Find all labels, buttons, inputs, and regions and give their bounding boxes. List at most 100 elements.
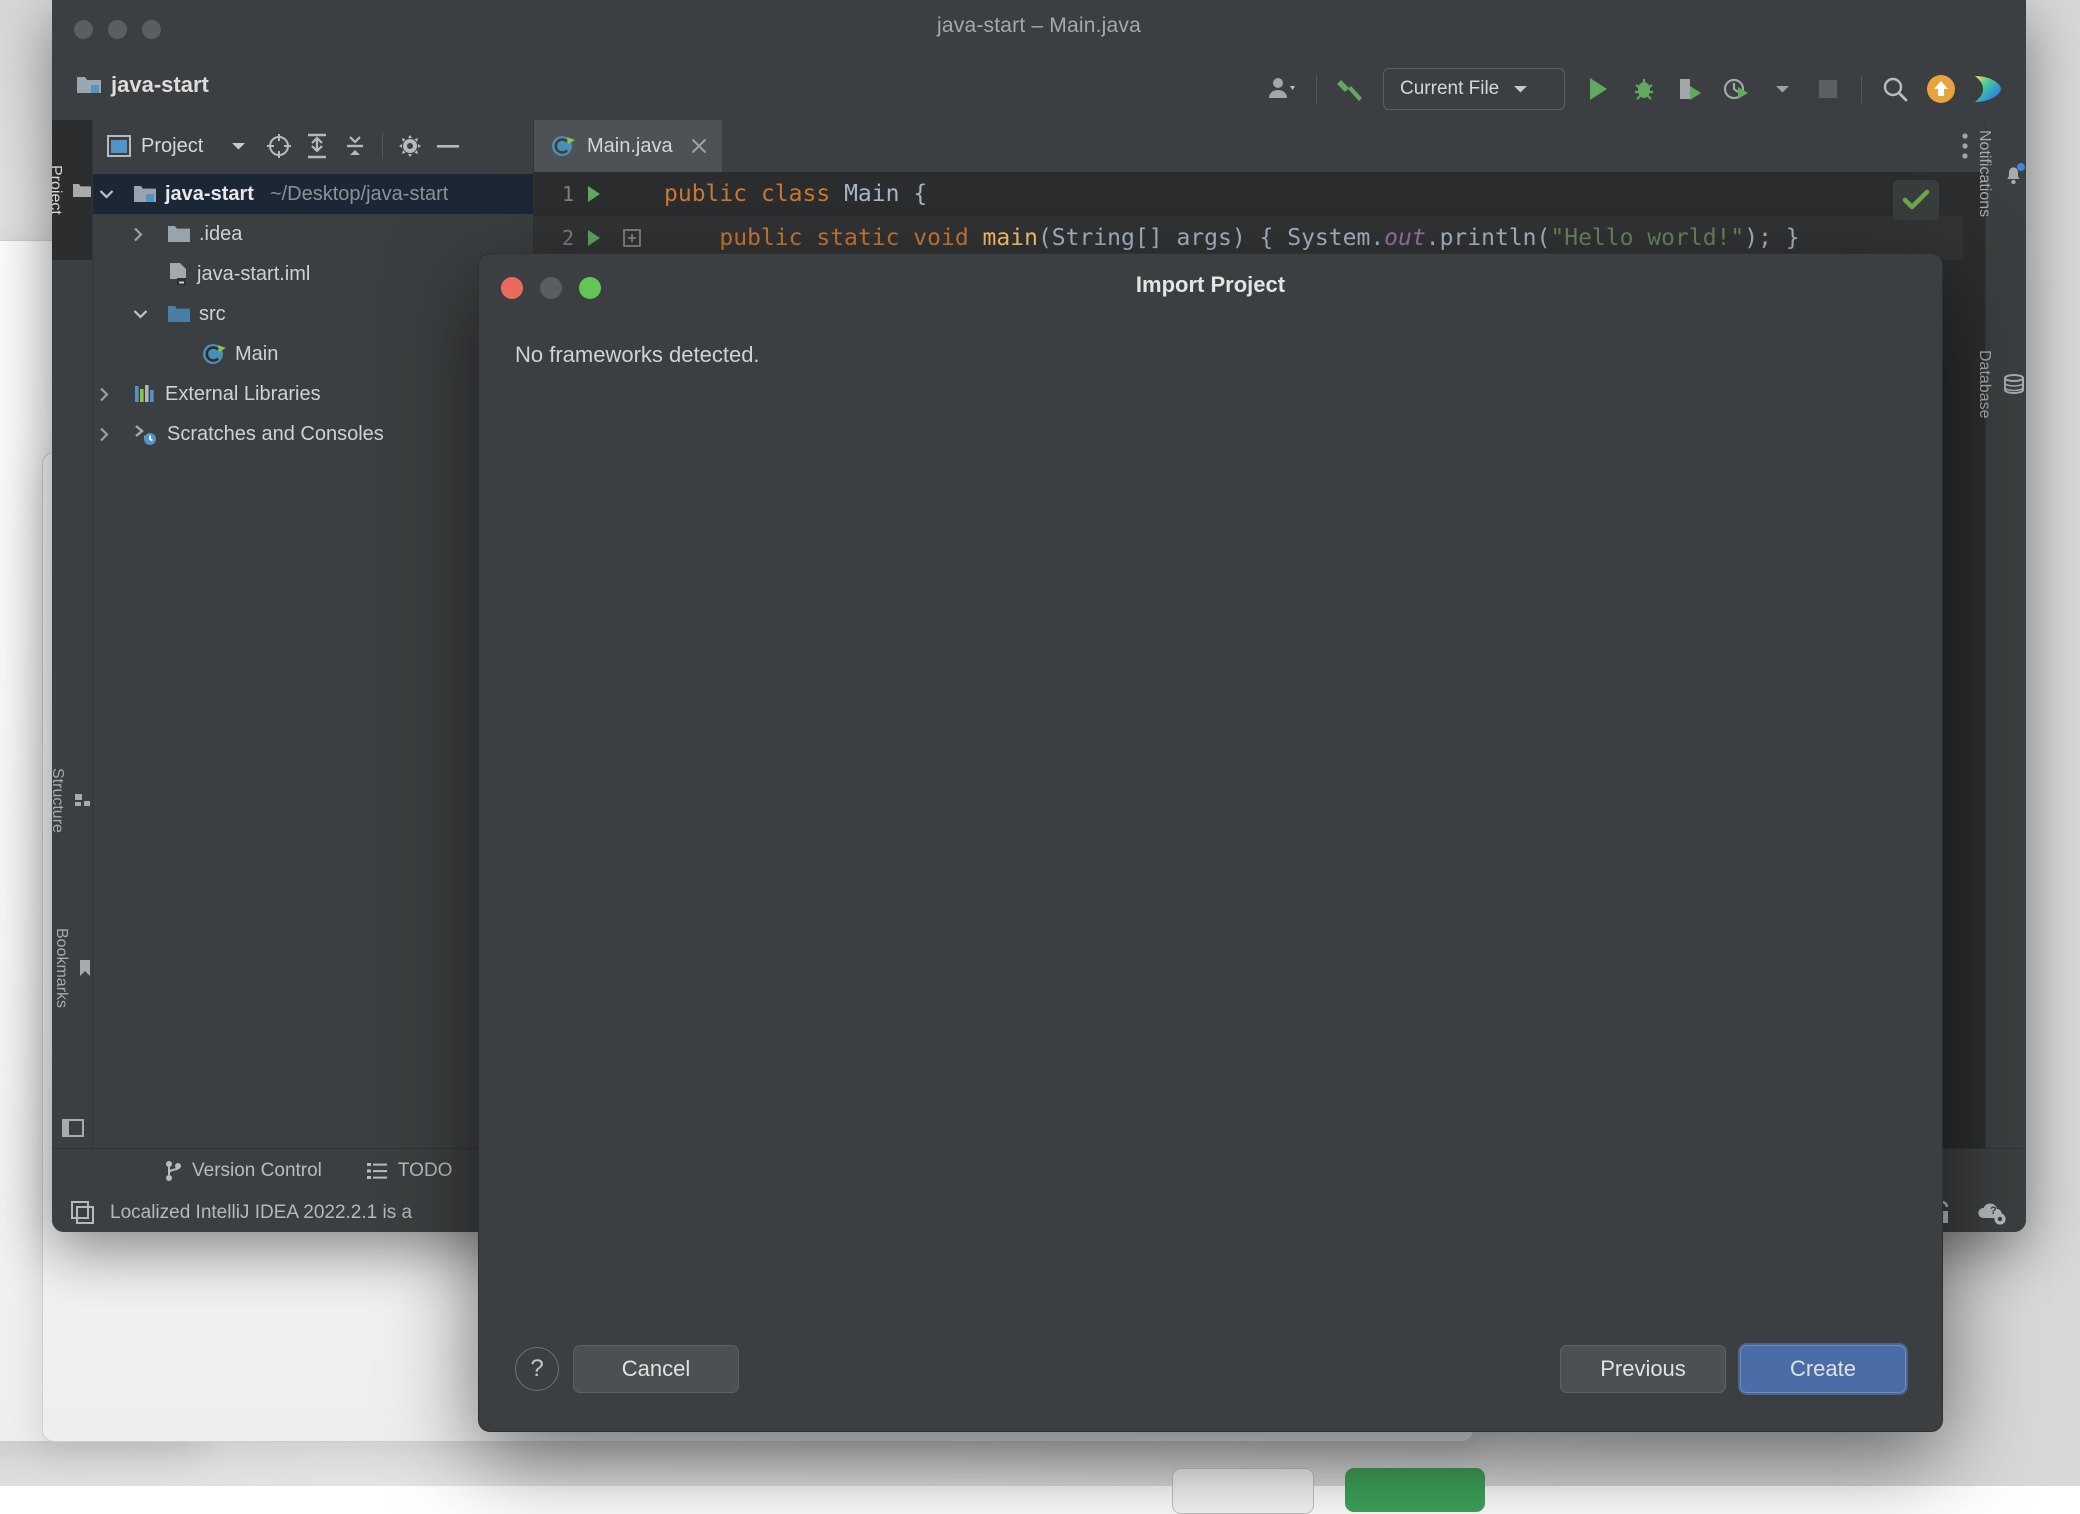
project-view-selector[interactable]: Project (107, 135, 246, 158)
source-folder-icon (167, 304, 191, 324)
project-panel-toolbar: Project (93, 120, 533, 172)
sidebar-item-label: Project (52, 165, 64, 215)
code-line[interactable]: 1 public class Main { (534, 172, 1985, 216)
create-button[interactable]: Create (1740, 1345, 1906, 1393)
chevron-down-icon (1513, 85, 1528, 94)
select-opened-file-icon[interactable] (260, 127, 298, 165)
project-panel-divider (382, 133, 384, 159)
help-button[interactable]: ? (515, 1347, 559, 1391)
tree-item-label: src (199, 302, 226, 325)
background-window-primary-button[interactable] (1345, 1468, 1485, 1512)
debug-bug-icon[interactable] (1621, 67, 1667, 111)
project-file-tree[interactable]: java-start ~/Desktop/java-start .idea ja… (93, 172, 533, 1148)
collapse-all-icon[interactable] (336, 127, 374, 165)
notifications-bell-icon (2002, 162, 2026, 185)
tree-item-label: java-start (165, 182, 254, 205)
event-log-icon[interactable] (70, 1200, 96, 1226)
project-folder-icon (72, 182, 92, 199)
sidebar-item-label: Notifications (1976, 130, 1993, 218)
external-libraries-icon (133, 383, 157, 405)
tree-row[interactable]: Main (93, 334, 533, 374)
update-available-icon[interactable] (1918, 67, 1964, 111)
project-name-chip[interactable]: java-start (76, 72, 209, 98)
bottom-tool-todo[interactable]: TODO (366, 1160, 453, 1182)
tree-item-label: Scratches and Consoles (167, 422, 384, 445)
editor-tab-label: Main.java (587, 134, 673, 157)
sidebar-item-label: Bookmarks (53, 928, 70, 1009)
previous-button[interactable]: Previous (1560, 1345, 1726, 1393)
ide-title-bar: java-start – Main.java (52, 0, 2026, 58)
status-message[interactable]: Localized IntelliJ IDEA 2022.2.1 is a (110, 1202, 412, 1224)
more-options-icon[interactable] (1961, 132, 1969, 160)
code-text: public static void main(String[] args) {… (719, 225, 1800, 251)
run-gutter-icon[interactable] (574, 185, 614, 203)
expand-fold-icon[interactable] (614, 229, 650, 247)
tree-row[interactable]: java-start.iml (93, 254, 533, 294)
expand-all-icon[interactable] (298, 127, 336, 165)
bottom-tool-version-control[interactable]: Version Control (164, 1160, 322, 1182)
tree-row[interactable]: Scratches and Consoles (93, 414, 533, 454)
dialog-title-bar: Import Project (479, 254, 1942, 320)
tree-row[interactable]: java-start ~/Desktop/java-start (93, 174, 533, 214)
project-root-icon (76, 73, 102, 97)
window-title: java-start – Main.java (937, 14, 1141, 37)
close-icon[interactable] (690, 137, 708, 155)
project-name-label: java-start (111, 72, 209, 97)
editor-tab-main-java[interactable]: Main.java (534, 120, 722, 172)
tree-row[interactable]: src (93, 294, 533, 334)
sidebar-item-label: Structure (52, 768, 66, 833)
sidebar-item-structure[interactable]: Structure (52, 760, 92, 841)
editor-scrollbar[interactable] (1963, 172, 1985, 1148)
iml-file-icon (167, 262, 189, 286)
left-tool-window-rail: Project Structure Bookmarks (52, 120, 93, 1148)
run-icon[interactable] (1575, 67, 1621, 111)
ide-assistant-icon[interactable] (1964, 67, 2010, 111)
background-window-secondary-button[interactable] (1172, 1468, 1314, 1514)
sidebar-item-database[interactable]: Database (1976, 350, 2026, 419)
sidebar-item-notifications[interactable]: Notifications (1976, 130, 2026, 217)
sidebar-item-project[interactable]: Project (52, 120, 92, 260)
tree-row[interactable]: External Libraries (93, 374, 533, 414)
run-configuration-selector[interactable]: Current File (1383, 68, 1565, 110)
chevron-right-icon[interactable] (99, 387, 125, 402)
stop-icon[interactable] (1805, 67, 1851, 111)
search-everywhere-icon[interactable] (1872, 67, 1918, 111)
tree-item-path: ~/Desktop/java-start (269, 182, 449, 205)
profiler-dropdown-chevron-down-icon[interactable] (1759, 67, 1805, 111)
chevron-right-icon[interactable] (133, 227, 159, 242)
cancel-button[interactable]: Cancel (573, 1345, 739, 1393)
folder-icon (167, 224, 191, 244)
import-project-dialog: Import Project No frameworks detected. ?… (478, 253, 1943, 1432)
inspections-ok-checkmark-icon[interactable] (1893, 180, 1939, 220)
tree-item-label: java-start.iml (197, 262, 311, 285)
tree-row[interactable]: .idea (93, 214, 533, 254)
settings-gear-icon[interactable] (391, 127, 429, 165)
chevron-right-icon[interactable] (99, 427, 125, 442)
sidebar-item-label: Database (1976, 350, 1993, 419)
cloud-settings-icon[interactable]: ? (1976, 1200, 2008, 1226)
dialog-message: No frameworks detected. (515, 342, 760, 367)
dialog-footer: ? Cancel Previous Create (479, 1307, 1942, 1431)
run-with-coverage-icon[interactable] (1667, 67, 1713, 111)
layout-toggle-icon[interactable] (62, 1118, 84, 1138)
project-root-icon (133, 183, 157, 205)
hammer-build-icon[interactable] (1327, 67, 1373, 111)
toolbar-divider-1 (1316, 75, 1317, 103)
run-gutter-icon[interactable] (574, 229, 614, 247)
project-panel-title: Project (141, 134, 204, 157)
line-number: 2 (561, 226, 574, 250)
dialog-title: Import Project (1135, 272, 1286, 297)
project-tool-window: Project java-start ~/Desktop/java-start … (93, 120, 534, 1148)
right-tool-window-rail: Notifications Database (1976, 120, 2026, 1148)
hide-panel-icon[interactable] (429, 127, 467, 165)
user-account-icon[interactable] (1260, 67, 1306, 111)
tree-item-label: Main (235, 342, 279, 365)
profiler-icon[interactable] (1713, 67, 1759, 111)
bottom-tool-label: TODO (397, 1160, 453, 1181)
sidebar-item-bookmarks[interactable]: Bookmarks (52, 920, 92, 1016)
desktop-background: java-start – Main.java java-start Curren… (0, 0, 2080, 1514)
chevron-down-icon[interactable] (99, 189, 125, 199)
dialog-primary-actions: Previous Create (1546, 1345, 1906, 1393)
chevron-down-icon[interactable] (133, 309, 159, 319)
java-class-icon (201, 341, 227, 367)
